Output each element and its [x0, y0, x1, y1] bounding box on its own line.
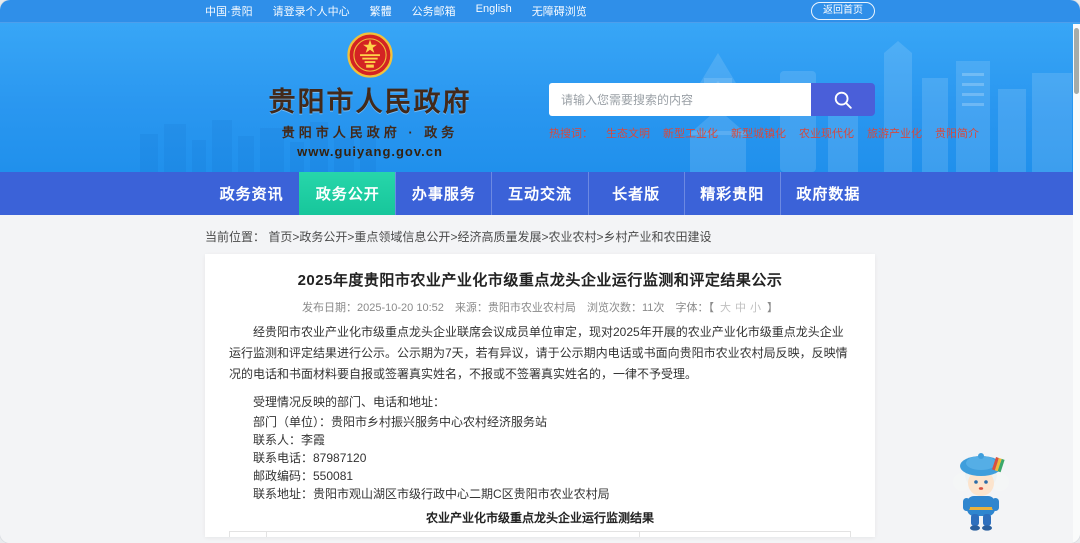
search-block: 热搜词： 生态文明 新型工业化 新型城镇化 农业现代化 旅游产业化 贵阳简介	[549, 23, 979, 172]
breadcrumb-key-info[interactable]: 重点领域信息公开	[354, 230, 450, 244]
font-size-label-end: 】	[766, 302, 778, 314]
font-size-medium[interactable]: 中	[735, 302, 746, 314]
mascot-icon	[953, 453, 1009, 531]
monitoring-results-table: 序号 企业名称 监测结果 1 贵州合力超市采购有限公司 合格 2 贵州友禾种业有…	[228, 531, 852, 537]
breadcrumb-sep: >	[596, 230, 604, 244]
search-icon	[834, 91, 852, 109]
top-link-china-guiyang[interactable]: 中国·贵阳	[205, 3, 253, 19]
breadcrumb-agriculture[interactable]: 农业农村	[548, 230, 596, 244]
hot-word-4[interactable]: 农业现代化	[799, 125, 854, 141]
col-header-result: 监测结果	[638, 531, 852, 537]
breadcrumb: 当前位置： 首页>政务公开>重点领域信息公开>经济高质量发展>农业农村>乡村产业…	[205, 215, 875, 245]
top-links: 中国·贵阳 请登录个人中心 繁體 公务邮箱 English 无障碍浏览	[205, 3, 587, 19]
font-size-large[interactable]: 大	[720, 302, 731, 314]
search-button[interactable]	[811, 83, 875, 116]
site-banner: 贵阳市人民政府 贵阳市人民政府 · 政务 www.guiyang.gov.cn …	[0, 23, 1080, 172]
hot-word-6[interactable]: 贵阳简介	[935, 125, 979, 141]
font-size-small[interactable]: 小	[750, 302, 761, 314]
top-link-traditional[interactable]: 繁體	[370, 3, 392, 19]
site-title: 贵阳市人民政府	[268, 87, 472, 117]
hot-word-1[interactable]: 生态文明	[606, 125, 650, 141]
hot-word-3[interactable]: 新型城镇化	[731, 125, 786, 141]
contact-department: 部门（单位）：贵阳市乡村振兴服务中心农村经济服务站	[253, 415, 548, 429]
national-emblem-icon	[347, 32, 393, 78]
scrollbar-thumb[interactable]	[1074, 28, 1079, 94]
nav-tab-zhangzheban[interactable]: 长者版	[587, 172, 684, 215]
contact-phone: 联系电话：87987120	[253, 451, 367, 465]
nav-tab-zhengwu-zixun[interactable]: 政务资讯	[204, 172, 299, 215]
top-link-accessibility[interactable]: 无障碍浏览	[532, 3, 587, 19]
top-link-english[interactable]: English	[476, 3, 512, 19]
breadcrumb-economy[interactable]: 经济高质量发展	[457, 230, 541, 244]
main-nav: 政务资讯 政务公开 办事服务 互动交流 长者版 精彩贵阳 政府数据	[0, 172, 1080, 215]
search-input[interactable]	[549, 83, 811, 116]
article-card: 2025年度贵阳市农业产业化市级重点龙头企业运行监测和评定结果公示 发布日期：2…	[205, 254, 875, 537]
site-tagline: 贵阳市人民政府 · 政务	[281, 125, 459, 140]
hot-word-2[interactable]: 新型工业化	[663, 125, 718, 141]
breadcrumb-rural-industry[interactable]: 乡村产业和农田建设	[604, 230, 712, 244]
breadcrumb-zhengwu-gongkai[interactable]: 政务公开	[299, 230, 347, 244]
browser-page: 中国·贵阳 请登录个人中心 繁體 公务邮箱 English 无障碍浏览 返回首页	[0, 0, 1080, 543]
breadcrumb-home[interactable]: 首页	[268, 230, 292, 244]
site-logo-block: 贵阳市人民政府 贵阳市人民政府 · 政务 www.guiyang.gov.cn	[205, 23, 535, 172]
hot-word-5[interactable]: 旅游产业化	[867, 125, 922, 141]
col-header-company: 企业名称	[266, 531, 640, 537]
publish-date: 发布日期：2025-10-20 10:52	[302, 302, 444, 314]
nav-tab-jingcai-guiyang[interactable]: 精彩贵阳	[683, 172, 780, 215]
contact-address: 联系地址：贵阳市观山湖区市级行政中心二期C区贵阳市农业农村局	[253, 487, 610, 501]
article-paragraph: 经贵阳市农业产业化市级重点龙头企业联席会议成员单位审定，现对2025年开展的农业…	[229, 325, 848, 381]
article-source: 来源：贵阳市农业农村局	[454, 302, 576, 314]
article-title: 2025年度贵阳市农业产业化市级重点龙头企业运行监测和评定结果公示	[297, 272, 783, 289]
table-header-row: 序号 企业名称 监测结果	[228, 531, 852, 537]
hot-search-row: 热搜词： 生态文明 新型工业化 新型城镇化 农业现代化 旅游产业化 贵阳简介	[549, 125, 979, 141]
breadcrumb-label: 当前位置：	[205, 230, 266, 244]
nav-tab-zhengwu-gongkai[interactable]: 政务公开	[299, 172, 396, 215]
nav-tab-banshi-fuwu[interactable]: 办事服务	[395, 172, 491, 215]
nav-tab-zhengfu-shuju[interactable]: 政府数据	[779, 172, 876, 215]
nav-tab-hudong-jiaoliu[interactable]: 互动交流	[491, 172, 587, 215]
top-utility-bar: 中国·贵阳 请登录个人中心 繁體 公务邮箱 English 无障碍浏览 返回首页	[0, 0, 1080, 23]
font-size-label: 字体：【	[675, 302, 714, 314]
top-link-login[interactable]: 请登录个人中心	[273, 3, 350, 19]
hot-search-label: 热搜词：	[549, 128, 593, 140]
postal-code: 邮政编码：550081	[253, 469, 354, 483]
view-count: 浏览次数：11次	[587, 302, 665, 314]
top-link-mail[interactable]: 公务邮箱	[412, 3, 456, 19]
scrollbar-track	[1073, 24, 1080, 543]
return-home-button[interactable]: 返回首页	[811, 2, 875, 20]
col-header-no: 序号	[228, 531, 268, 537]
mascot-assistant[interactable]	[950, 450, 1012, 537]
contact-person: 联系人：李霞	[253, 433, 326, 447]
content-area: 当前位置： 首页>政务公开>重点领域信息公开>经济高质量发展>农业农村>乡村产业…	[0, 215, 1080, 543]
site-url: www.guiyang.gov.cn	[297, 144, 443, 159]
article-meta: 发布日期：2025-10-20 10:52 来源：贵阳市农业农村局 浏览次数：1…	[229, 299, 851, 315]
table-caption: 农业产业化市级重点龙头企业运行监测结果	[425, 511, 654, 525]
article-paragraph: 受理情况反映的部门、电话和地址：	[253, 395, 446, 409]
